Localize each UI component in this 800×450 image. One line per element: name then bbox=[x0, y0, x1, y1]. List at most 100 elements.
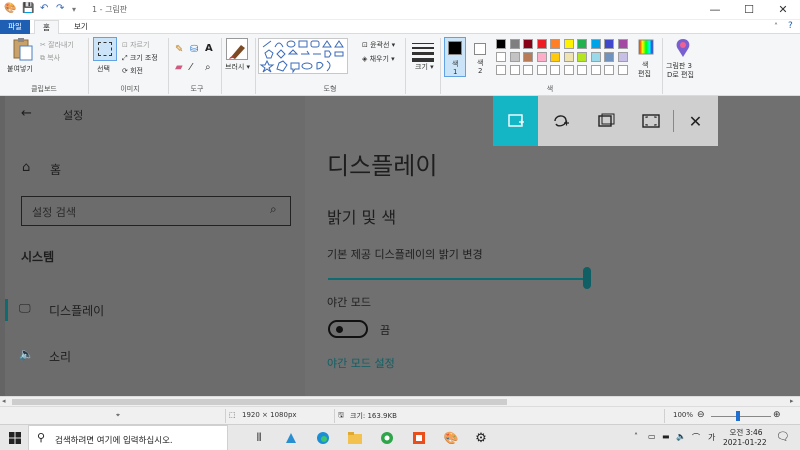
file-explorer-icon[interactable] bbox=[346, 429, 364, 447]
resize-button[interactable]: ⤢ 크기 조정 bbox=[122, 53, 158, 63]
close-snip-button[interactable]: ✕ bbox=[673, 96, 718, 146]
rectangular-snip-button[interactable] bbox=[493, 96, 538, 146]
nav-sound[interactable]: 소리 bbox=[49, 348, 71, 365]
brightness-slider-thumb[interactable] bbox=[583, 267, 591, 289]
palette-swatch[interactable] bbox=[550, 65, 560, 75]
palette-swatch[interactable] bbox=[496, 65, 506, 75]
palette-swatch[interactable] bbox=[563, 52, 574, 62]
palette-swatch[interactable] bbox=[509, 39, 520, 49]
clock-time[interactable]: 오전 3:46 bbox=[726, 427, 766, 438]
palette-swatch[interactable] bbox=[550, 39, 560, 49]
color2-button[interactable]: 색 2 bbox=[470, 37, 492, 77]
palette-swatch[interactable] bbox=[496, 52, 506, 62]
text-icon[interactable]: A bbox=[205, 43, 213, 54]
paint-taskbar-icon[interactable]: 🎨 bbox=[442, 429, 460, 447]
palette-swatch[interactable] bbox=[509, 65, 520, 75]
palette-swatch[interactable] bbox=[577, 52, 587, 62]
ribbon-collapse-icon[interactable]: ˄ bbox=[774, 22, 778, 31]
ime-indicator[interactable]: 가 bbox=[708, 432, 715, 443]
edit-colors-icon[interactable] bbox=[636, 37, 658, 59]
settings-gear-icon[interactable]: ⚙ bbox=[472, 429, 490, 447]
crop-button[interactable]: ⊡ 자르기 bbox=[122, 40, 149, 50]
fill-icon[interactable]: ⛁ bbox=[190, 44, 198, 55]
paste-button[interactable]: 붙여넣기 bbox=[7, 64, 33, 74]
cut-button[interactable]: ✂ 잘라내기 bbox=[40, 40, 74, 50]
palette-swatch[interactable] bbox=[536, 52, 547, 62]
tab-file[interactable]: 파일 bbox=[0, 20, 30, 34]
undo-icon[interactable]: ↶ bbox=[40, 3, 48, 14]
help-icon[interactable]: ? bbox=[788, 21, 793, 31]
palette-swatch[interactable] bbox=[604, 39, 614, 49]
clock-date[interactable]: 2021-01-22 bbox=[723, 438, 767, 447]
palette-swatch[interactable] bbox=[604, 65, 614, 75]
pencil-icon[interactable]: ✎ bbox=[175, 44, 183, 55]
horizontal-scrollbar[interactable]: ◂ ▸ bbox=[0, 396, 800, 406]
rotate-button[interactable]: ⟳ 회전 bbox=[122, 66, 143, 76]
outline-button[interactable]: ⊡ 윤곽선 ▾ bbox=[362, 40, 395, 50]
magnifier-icon[interactable]: ⌕ bbox=[205, 62, 211, 73]
task-view-icon[interactable]: ⫴ bbox=[250, 429, 268, 447]
scroll-left-icon[interactable]: ◂ bbox=[2, 397, 6, 405]
zoom-slider-thumb[interactable] bbox=[736, 411, 740, 421]
palette-swatch[interactable] bbox=[590, 52, 601, 62]
scroll-right-icon[interactable]: ▸ bbox=[790, 397, 794, 405]
shapes-gallery[interactable] bbox=[258, 38, 348, 74]
color1-button[interactable]: 색 1 bbox=[444, 37, 466, 77]
tab-view[interactable]: 보기 bbox=[66, 20, 96, 34]
wifi-icon[interactable]: ⌒ bbox=[692, 432, 700, 443]
size-button[interactable]: 크기 ▾ bbox=[415, 62, 434, 72]
canvas-area[interactable]: ← 설정 ⌂ 홈 설정 검색 ⌕ 시스템 🖵 디스플레이 🔈 소리 디스플레이 … bbox=[0, 96, 800, 396]
freeform-snip-button[interactable] bbox=[538, 96, 583, 146]
app-icon-2[interactable] bbox=[378, 429, 396, 447]
palette-swatch[interactable] bbox=[550, 52, 560, 62]
copy-button[interactable]: ⧉ 복사 bbox=[40, 53, 60, 63]
palette-swatch[interactable] bbox=[617, 52, 628, 62]
tab-home[interactable]: 홈 bbox=[34, 20, 59, 35]
settings-search-input[interactable]: 설정 검색 ⌕ bbox=[21, 196, 291, 226]
brightness-slider-track[interactable] bbox=[328, 278, 588, 280]
palette-swatch[interactable] bbox=[523, 65, 533, 75]
palette-swatch[interactable] bbox=[604, 52, 614, 62]
notification-icon[interactable]: 🗨 bbox=[776, 430, 790, 443]
taskbar-search-input[interactable]: ⚲ 검색하려면 여기에 입력하십시오. bbox=[28, 425, 228, 450]
nav-display[interactable]: 디스플레이 bbox=[49, 302, 104, 319]
palette-swatch[interactable] bbox=[617, 39, 628, 49]
brushes-button[interactable]: 브러시 ▾ bbox=[225, 62, 250, 72]
palette-swatch[interactable] bbox=[577, 65, 587, 75]
palette-swatch[interactable] bbox=[590, 65, 601, 75]
palette-swatch[interactable] bbox=[590, 39, 601, 49]
app-icon-1[interactable] bbox=[282, 429, 300, 447]
zoom-slider[interactable] bbox=[711, 416, 771, 417]
eraser-icon[interactable]: ▰ bbox=[175, 62, 183, 73]
select-button[interactable] bbox=[93, 37, 117, 61]
palette-swatch[interactable] bbox=[563, 39, 574, 49]
color-picker-icon[interactable]: ⁄ bbox=[190, 62, 192, 73]
fill-button[interactable]: ◈ 채우기 ▾ bbox=[362, 54, 395, 64]
palette-swatch[interactable] bbox=[536, 39, 547, 49]
window-snip-button[interactable] bbox=[583, 96, 628, 146]
paint3d-icon[interactable] bbox=[674, 38, 692, 58]
close-button[interactable]: ✕ bbox=[766, 0, 800, 20]
night-mode-toggle[interactable] bbox=[328, 320, 368, 338]
zoom-in-icon[interactable]: ⊕ bbox=[773, 410, 781, 420]
network-icon[interactable]: ▭ bbox=[648, 432, 656, 441]
save-icon[interactable]: 💾 bbox=[22, 3, 34, 14]
back-arrow-icon[interactable]: ← bbox=[21, 106, 32, 121]
nav-home[interactable]: 홈 bbox=[50, 161, 61, 178]
palette-swatch[interactable] bbox=[509, 52, 520, 62]
hidden-icons-chevron[interactable]: ˄ bbox=[634, 432, 638, 441]
palette-swatch[interactable] bbox=[563, 65, 574, 75]
palette-swatch[interactable] bbox=[496, 39, 506, 49]
palette-swatch[interactable] bbox=[536, 65, 547, 75]
palette-swatch[interactable] bbox=[577, 39, 587, 49]
night-mode-settings-link[interactable]: 야간 모드 설정 bbox=[327, 355, 395, 371]
fullscreen-snip-button[interactable] bbox=[628, 96, 673, 146]
paste-icon[interactable] bbox=[8, 38, 34, 62]
brush-icon[interactable] bbox=[226, 38, 248, 60]
zoom-out-icon[interactable]: ⊖ bbox=[697, 410, 705, 420]
scroll-thumb[interactable] bbox=[12, 399, 507, 405]
minimize-button[interactable]: — bbox=[698, 0, 732, 20]
battery-icon[interactable]: ▬ bbox=[662, 432, 670, 441]
redo-icon[interactable]: ↷ bbox=[56, 3, 64, 14]
volume-icon[interactable]: 🔈 bbox=[676, 432, 686, 441]
